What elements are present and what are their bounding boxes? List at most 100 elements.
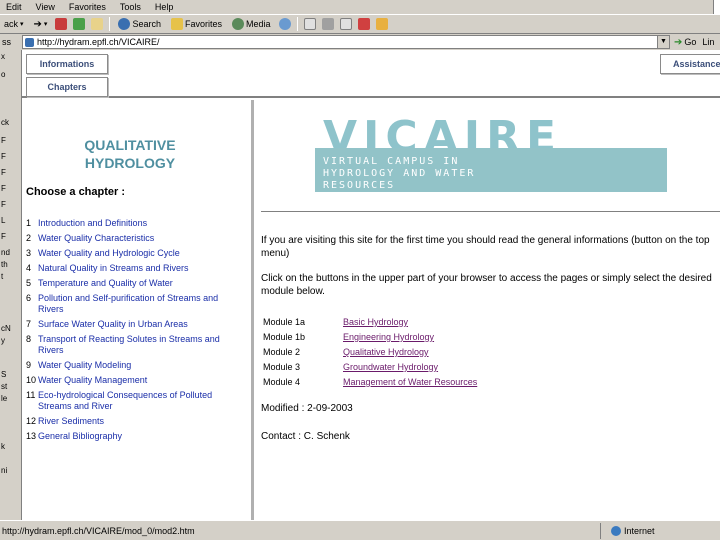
close-icon[interactable]: x: [1, 52, 5, 61]
chapter-link[interactable]: Surface Water Quality in Urban Areas: [38, 319, 188, 330]
back-dropdown-icon[interactable]: ▾: [20, 20, 24, 28]
history-icon[interactable]: [278, 18, 291, 30]
chapter-link[interactable]: Pollution and Self-purification of Strea…: [38, 293, 242, 315]
explorer-bar-fragment: y: [1, 336, 5, 345]
assistance-button[interactable]: Assistance: [660, 54, 720, 74]
chapter-link[interactable]: Introduction and Definitions: [38, 218, 147, 229]
module-row: Module 3 Groundwater Hydrology: [263, 360, 477, 375]
back-button[interactable]: ack ▾: [2, 16, 26, 32]
search-label: Search: [132, 19, 161, 29]
chapter-link[interactable]: Transport of Reacting Solutes in Streams…: [38, 334, 242, 356]
chapter-item[interactable]: 11 Eco-hydrological Consequences of Pollu…: [26, 390, 242, 412]
media-button[interactable]: Media: [230, 16, 273, 32]
chapter-item[interactable]: 12 River Sediments: [26, 416, 242, 427]
address-input[interactable]: http://hydram.epfl.ch/VICAIRE/ ▼: [22, 35, 670, 49]
main-frame: VICAIRE VIRTUAL CAMPUS IN HYDROLOGY AND …: [257, 100, 720, 520]
explorer-bar-fragment: F: [1, 232, 6, 241]
refresh-icon[interactable]: [73, 18, 86, 30]
module-link[interactable]: Management of Water Resources: [343, 375, 477, 390]
top-nav-frame: Informations Chapters Assistance: [22, 50, 720, 98]
explorer-bar-fragment: ck: [1, 118, 9, 127]
address-url: http://hydram.epfl.ch/VICAIRE/: [37, 37, 160, 47]
chapter-number: 11: [26, 390, 36, 400]
module-row: Module 1b Engineering Hydrology: [263, 330, 477, 345]
toolbar-separator: [296, 17, 298, 31]
chapter-item[interactable]: 1 Introduction and Definitions: [26, 218, 242, 229]
chapter-item[interactable]: 5 Temperature and Quality of Water: [26, 278, 242, 289]
go-arrow-icon: ➔: [674, 36, 683, 48]
chapter-link[interactable]: General Bibliography: [38, 431, 122, 442]
links-label[interactable]: Lin: [702, 37, 714, 47]
menu-help[interactable]: Help: [155, 1, 174, 13]
instruction-paragraph: Click on the buttons in the upper part o…: [261, 273, 712, 297]
explorer-bar-fragment: F: [1, 200, 6, 209]
explorer-bar-fragment: F: [1, 168, 6, 177]
chapter-number: 5: [26, 278, 32, 288]
contact-info: Contact : C. Schenk: [261, 431, 350, 442]
explorer-bar-fragment: cN: [1, 324, 11, 333]
chapter-link[interactable]: Water Quality Modeling: [38, 360, 131, 371]
module-link[interactable]: Qualitative Hydrology: [343, 345, 429, 360]
print-icon[interactable]: [321, 18, 334, 30]
logo-band: VIRTUAL CAMPUS IN HYDROLOGY AND WATER RE…: [315, 148, 667, 192]
menu-tools[interactable]: Tools: [120, 1, 141, 13]
mail-icon[interactable]: [303, 18, 316, 30]
explorer-bar-fragment: nd: [1, 248, 10, 257]
favorites-label: Favorites: [184, 19, 222, 29]
intro-paragraph: If you are visiting this site for the fi…: [261, 235, 710, 259]
module-list: Module 1a Basic Hydrology Module 1b Engine…: [263, 315, 477, 390]
chapter-link[interactable]: River Sediments: [38, 416, 104, 427]
module-row: Module 1a Basic Hydrology: [263, 315, 477, 330]
chapter-item[interactable]: 3 Water Quality and Hydrologic Cycle: [26, 248, 242, 259]
stop-icon[interactable]: [55, 18, 68, 30]
home-icon[interactable]: [91, 18, 104, 30]
menu-favorites[interactable]: Favorites: [69, 1, 106, 13]
edit-icon[interactable]: [339, 18, 352, 30]
web-content: Informations Chapters Assistance QUALITA…: [22, 50, 720, 520]
module-name: Module 1b: [263, 332, 306, 342]
informations-button[interactable]: Informations: [26, 54, 108, 74]
chapter-item[interactable]: 7 Surface Water Quality in Urban Areas: [26, 319, 242, 330]
module-link[interactable]: Basic Hydrology: [343, 315, 408, 330]
chapter-link[interactable]: Natural Quality in Streams and Rivers: [38, 263, 189, 274]
forward-dropdown-icon: ▾: [43, 21, 48, 28]
browser-window: Edit View Favorites Tools Help ack ▾ ➔ ▾…: [0, 0, 720, 540]
explorer-bar-fragment: k: [1, 442, 5, 451]
forward-button[interactable]: ➔ ▾: [32, 16, 50, 32]
chapter-item[interactable]: 10 Water Quality Management: [26, 375, 242, 386]
chapter-link[interactable]: Water Quality and Hydrologic Cycle: [38, 248, 180, 259]
chapter-link[interactable]: Temperature and Quality of Water: [38, 278, 173, 289]
menu-view[interactable]: View: [36, 1, 55, 13]
chapter-item[interactable]: 8 Transport of Reacting Solutes in Stream…: [26, 334, 242, 356]
chapter-item[interactable]: 9 Water Quality Modeling: [26, 360, 242, 371]
chapter-item[interactable]: 4 Natural Quality in Streams and Rivers: [26, 263, 242, 274]
chapter-item[interactable]: 6 Pollution and Self-purification of Stre…: [26, 293, 242, 315]
explorer-bar-fragment: le: [1, 394, 8, 403]
module-link[interactable]: Groundwater Hydrology: [343, 360, 438, 375]
media-icon: [231, 18, 244, 30]
chapters-button[interactable]: Chapters: [26, 77, 108, 97]
module-name: Module 3: [263, 362, 301, 372]
explorer-bar-fragment: o: [1, 70, 6, 79]
chapter-number: 7: [26, 319, 32, 329]
menu-edit[interactable]: Edit: [6, 1, 22, 13]
messenger-icon[interactable]: [375, 18, 388, 30]
address-bar: ss http://hydram.epfl.ch/VICAIRE/ ▼ ➔ Go…: [0, 34, 720, 50]
status-bar: http://hydram.epfl.ch/VICAIRE/mod_0/mod2…: [0, 520, 720, 540]
go-button[interactable]: ➔ Go: [674, 37, 696, 48]
discuss-icon[interactable]: [357, 18, 370, 30]
chapter-link[interactable]: Water Quality Management: [38, 375, 147, 386]
chapter-item[interactable]: 2 Water Quality Characteristics: [26, 233, 242, 244]
chapter-number: 6: [26, 293, 32, 303]
module-link[interactable]: Engineering Hydrology: [343, 330, 434, 345]
search-button[interactable]: Search: [116, 16, 163, 32]
chapter-number: 8: [26, 334, 32, 344]
chapter-link[interactable]: Water Quality Characteristics: [38, 233, 154, 244]
address-dropdown-icon[interactable]: ▼: [657, 36, 669, 48]
chapter-item[interactable]: 13 General Bibliography: [26, 431, 242, 442]
module-name: Module 2: [263, 347, 301, 357]
course-title: QUALITATIVE HYDROLOGY: [22, 136, 238, 172]
chapter-link[interactable]: Eco-hydrological Consequences of Pollute…: [38, 390, 242, 412]
favorites-button[interactable]: Favorites: [169, 16, 224, 32]
security-zone: Internet: [600, 522, 655, 539]
